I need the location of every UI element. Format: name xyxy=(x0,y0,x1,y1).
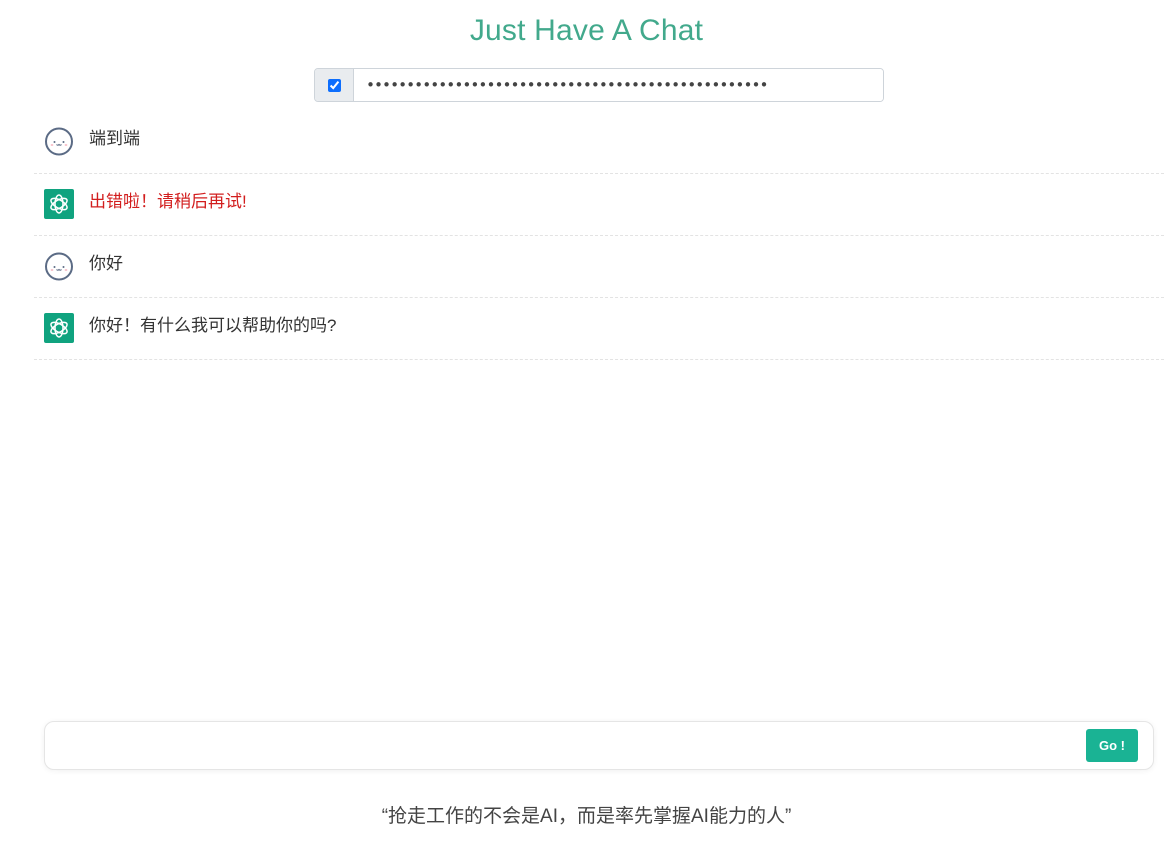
page-title: Just Have A Chat xyxy=(469,14,704,47)
message-assistant: 出错啦！请稍后再试! xyxy=(34,174,1164,236)
openai-logo-icon xyxy=(44,189,74,219)
api-key-group xyxy=(314,68,884,102)
footer-quote: “抢走工作的不会是AI，而是率先掌握AI能力的人” xyxy=(381,806,792,827)
message-text: 你好！有什么我可以帮助你的吗? xyxy=(89,316,337,335)
message-text: 端到端 xyxy=(89,129,140,148)
chat-input[interactable] xyxy=(59,729,1086,762)
openai-logo-icon xyxy=(44,313,74,343)
send-button[interactable]: Go ! xyxy=(1086,729,1138,762)
api-key-input[interactable] xyxy=(354,69,883,101)
api-key-checkbox[interactable] xyxy=(327,78,341,92)
message-list: 端到端 出错啦！请稍后再试! 你好 你好！有什么我可以帮助你的吗? xyxy=(34,112,1164,360)
message-user: 你好 xyxy=(34,236,1164,298)
api-key-checkbox-wrapper xyxy=(315,69,354,101)
message-user: 端到端 xyxy=(34,112,1164,174)
chat-composer: Go ! xyxy=(44,721,1154,770)
message-text-error: 出错啦！请稍后再试! xyxy=(89,192,247,211)
cute-face-icon xyxy=(45,127,73,156)
message-text: 你好 xyxy=(89,254,123,273)
cute-face-icon xyxy=(45,252,73,281)
message-assistant: 你好！有什么我可以帮助你的吗? xyxy=(34,298,1164,360)
